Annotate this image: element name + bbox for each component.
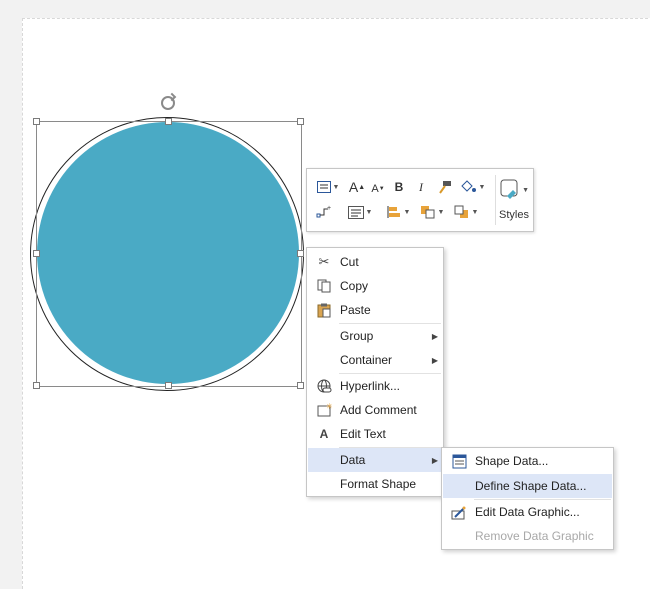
submenu-item-define-shape-data[interactable]: Define Shape Data...	[443, 474, 612, 498]
shrink-font-icon: A	[371, 183, 379, 195]
bold-button[interactable]: B	[393, 178, 405, 196]
bring-to-front-button[interactable]: ▼	[417, 203, 447, 221]
data-submenu: Shape Data... Define Shape Data... Edit …	[441, 447, 614, 550]
resize-handle-right[interactable]	[297, 250, 304, 257]
resize-handle-bottom[interactable]	[165, 382, 172, 389]
position-button[interactable]: ▼	[383, 203, 413, 221]
copy-icon	[308, 274, 340, 298]
grow-font-button[interactable]: A ▲	[349, 178, 365, 196]
chevron-down-icon: ▼	[365, 208, 373, 216]
grow-font-icon: A	[348, 179, 359, 195]
styles-label: Styles	[499, 209, 529, 221]
submenu-item-edit-data-graphic[interactable]: Edit Data Graphic...	[443, 500, 612, 524]
chevron-down-icon: ▼	[478, 183, 486, 191]
menu-item-add-comment[interactable]: ✳ Add Comment	[308, 398, 442, 422]
rotation-handle-icon[interactable]	[161, 96, 175, 110]
shape-styles-icon	[500, 179, 518, 199]
send-to-back-icon	[454, 205, 468, 218]
text-block-icon	[316, 181, 331, 193]
menu-item-data[interactable]: Data ▶	[308, 448, 442, 472]
comment-icon: ✳	[308, 398, 340, 422]
send-to-back-button[interactable]: ▼	[451, 203, 481, 221]
chevron-down-icon: ▼	[471, 208, 479, 216]
menu-item-container[interactable]: Container ▶	[308, 348, 442, 372]
shrink-font-button[interactable]: A ▼	[371, 180, 385, 198]
resize-handle-top-left[interactable]	[33, 118, 40, 125]
menu-item-cut[interactable]: ✂ Cut	[308, 250, 442, 274]
menu-item-paste[interactable]: Paste	[308, 298, 442, 322]
chevron-right-icon: ▶	[431, 455, 439, 465]
scissors-icon: ✂	[318, 254, 330, 269]
globe-link-icon	[308, 374, 340, 398]
connector-icon: +	[316, 205, 331, 218]
connection-point-button[interactable]: +	[313, 203, 335, 221]
align-shapes-icon	[387, 206, 400, 218]
resize-handle-top[interactable]	[165, 118, 172, 125]
menu-item-hyperlink[interactable]: Hyperlink...	[308, 374, 442, 398]
svg-text:✳: ✳	[326, 403, 332, 411]
resize-handle-bottom-left[interactable]	[33, 382, 40, 389]
selection-box	[36, 121, 302, 387]
submenu-item-shape-data[interactable]: Shape Data...	[443, 449, 612, 473]
menu-item-format-shape[interactable]: Format Shape	[308, 472, 442, 496]
shape-data-icon	[443, 449, 475, 473]
data-graphic-icon	[443, 500, 475, 524]
chevron-down-icon: ▼	[332, 183, 340, 191]
resize-handle-bottom-right[interactable]	[297, 382, 304, 389]
styles-button[interactable]: ▼	[499, 177, 529, 203]
align-text-icon	[347, 205, 364, 219]
format-painter-button[interactable]	[435, 178, 453, 196]
chevron-down-icon: ▼	[437, 208, 445, 216]
clipboard-icon	[308, 298, 340, 322]
menu-item-copy[interactable]: Copy	[308, 274, 442, 298]
align-text-button[interactable]: ▼	[345, 203, 375, 221]
resize-handle-top-right[interactable]	[297, 118, 304, 125]
text-block-button[interactable]: ▼	[313, 178, 343, 196]
italic-button[interactable]: I	[415, 178, 427, 196]
chevron-down-icon: ▼	[403, 208, 411, 216]
chevron-right-icon: ▶	[431, 331, 439, 341]
bring-to-front-icon	[420, 206, 435, 219]
chevron-right-icon: ▶	[431, 355, 439, 365]
chevron-down-icon: ▼	[522, 186, 529, 194]
format-painter-icon	[439, 181, 451, 194]
menu-item-edit-text[interactable]: A Edit Text	[308, 422, 442, 446]
menu-item-group[interactable]: Group ▶	[308, 324, 442, 348]
fill-bucket-icon	[460, 180, 476, 192]
resize-handle-left[interactable]	[33, 250, 40, 257]
mini-toolbar: ▼ A ▲ A ▼ B I ▼ + ▼ ▼ ▼ ▼ ▼ Styles	[306, 168, 534, 232]
svg-text:+: +	[327, 205, 331, 212]
toolbar-divider	[495, 175, 496, 225]
text-a-icon: A	[319, 427, 329, 441]
submenu-item-remove-data-graphic[interactable]: Remove Data Graphic	[443, 524, 612, 548]
context-menu: ✂ Cut Copy Paste Group ▶ Container ▶ Hyp…	[306, 247, 444, 497]
fill-button[interactable]: ▼	[457, 178, 487, 196]
